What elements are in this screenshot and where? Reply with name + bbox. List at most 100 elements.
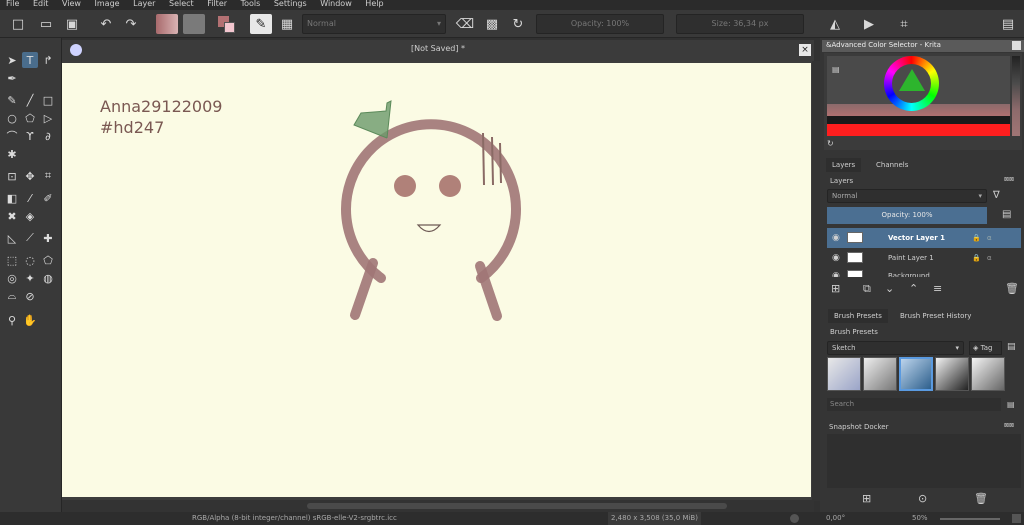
menu-settings[interactable]: Settings: [274, 0, 307, 8]
new-document-icon[interactable]: □: [8, 14, 28, 34]
rotation-status[interactable]: 0,00°: [826, 512, 845, 525]
mirror-vertical-icon[interactable]: ▶: [859, 14, 879, 34]
close-document-icon[interactable]: ×: [799, 44, 811, 56]
visibility-icon[interactable]: ◉: [832, 248, 840, 268]
freehand-brush-icon[interactable]: ✎: [4, 92, 20, 108]
crop-tool-icon[interactable]: ⌗: [40, 168, 56, 184]
size-slider[interactable]: Size: 36,34 px: [676, 14, 804, 34]
smart-patch-icon[interactable]: ✐: [40, 190, 56, 206]
delete-snapshot-icon[interactable]: 🗑: [974, 492, 988, 505]
move-up-icon[interactable]: ⌃: [909, 282, 918, 295]
undo-icon[interactable]: ↶: [96, 14, 116, 34]
blend-mode-combo[interactable]: Normal ▾: [302, 14, 446, 34]
gradient-selector[interactable]: [156, 14, 178, 34]
open-document-icon[interactable]: ▭: [36, 14, 56, 34]
docker-options-icon[interactable]: ⊠⊠: [1004, 176, 1018, 185]
gradient-tool-icon[interactable]: ◧: [4, 190, 20, 206]
menu-edit[interactable]: Edit: [33, 0, 49, 8]
bezier-select-icon[interactable]: ⌓: [4, 288, 20, 304]
menu-window[interactable]: Window: [320, 0, 352, 8]
horizontal-scrollbar[interactable]: [62, 500, 814, 512]
add-layer-icon[interactable]: ⊞: [831, 282, 840, 295]
layer-blend-combo[interactable]: Normal ▾: [827, 189, 987, 203]
lock-icon[interactable]: 🔒: [972, 248, 981, 268]
colorize-mask-icon[interactable]: ✖: [4, 208, 20, 224]
refresh-icon[interactable]: ↻: [827, 139, 834, 148]
mirror-horizontal-icon[interactable]: ◭: [825, 14, 845, 34]
layer-name[interactable]: Vector Layer 1: [888, 228, 945, 248]
layer-opacity-slider[interactable]: Opacity: 100%: [827, 207, 987, 224]
brush-preset[interactable]: [935, 357, 969, 391]
recent-colors-strip[interactable]: [1012, 56, 1020, 136]
measure-tool-icon[interactable]: ⟋: [22, 230, 38, 246]
redo-icon[interactable]: ↷: [121, 14, 141, 34]
brush-preset-icon[interactable]: ✎: [250, 14, 272, 34]
move-tool-icon[interactable]: ✥: [22, 168, 38, 184]
lock-icon[interactable]: 🔒: [972, 228, 981, 248]
freehand-select-icon[interactable]: ◎: [4, 270, 20, 286]
pan-tool-icon[interactable]: ✋: [22, 312, 38, 328]
multibrush-icon[interactable]: ✱: [4, 146, 20, 162]
image-size-status[interactable]: 2,480 x 3,508 (35,0 MiB): [608, 512, 701, 525]
edit-shapes-icon[interactable]: ↱: [40, 52, 56, 68]
float-docker-icon[interactable]: [1012, 41, 1021, 50]
canvas[interactable]: Anna29122009 #hd247: [62, 63, 811, 497]
ellipse-tool-icon[interactable]: ○: [4, 110, 20, 126]
layer-properties-icon[interactable]: ▤: [1002, 209, 1018, 222]
delete-layer-icon[interactable]: 🗑: [1005, 282, 1019, 295]
brush-search-input[interactable]: Search: [827, 398, 1001, 411]
snapshot-list[interactable]: [827, 434, 1021, 488]
filter-icon[interactable]: ∇: [993, 190, 1000, 201]
reload-icon[interactable]: ↻: [508, 14, 528, 34]
zoom-slider[interactable]: [940, 518, 1000, 520]
color-picker-icon[interactable]: ⁄: [22, 190, 38, 206]
tag-button[interactable]: ◈ Tag: [969, 341, 1002, 355]
menu-view[interactable]: View: [62, 0, 81, 8]
menu-select[interactable]: Select: [169, 0, 194, 8]
transform-tool-icon[interactable]: ⊡: [4, 168, 20, 184]
opacity-slider[interactable]: Opacity: 100%: [536, 14, 664, 34]
text-tool-icon[interactable]: T: [22, 52, 38, 68]
tab-layers[interactable]: Layers: [826, 158, 862, 172]
assistant-tool-icon[interactable]: ◺: [4, 230, 20, 246]
color-settings-icon[interactable]: ▤: [832, 65, 840, 74]
menu-help[interactable]: Help: [365, 0, 383, 8]
color-triangle[interactable]: [898, 67, 926, 93]
fullscreen-icon[interactable]: [1012, 514, 1021, 523]
similar-select-icon[interactable]: ◍: [40, 270, 56, 286]
freehand-path-icon[interactable]: ϒ: [22, 128, 38, 144]
brush-tag-combo[interactable]: Sketch ▾: [827, 341, 964, 355]
document-tab-title[interactable]: [Not Saved] *: [62, 44, 814, 53]
layer-properties-icon[interactable]: ≡: [933, 282, 942, 295]
tab-channels[interactable]: Channels: [870, 158, 914, 172]
color-swatch[interactable]: [216, 14, 238, 34]
alpha-icon[interactable]: α: [987, 228, 992, 248]
tab-brush-preset-history[interactable]: Brush Preset History: [894, 309, 977, 323]
ellipse-select-icon[interactable]: ◌: [22, 252, 38, 268]
save-icon[interactable]: ▣: [62, 14, 82, 34]
vertical-scrollbar[interactable]: [812, 61, 820, 501]
alpha-lock-icon[interactable]: ▩: [482, 14, 502, 34]
camera-icon[interactable]: ⊙: [918, 492, 927, 505]
bezier-tool-icon[interactable]: ⌒: [4, 128, 20, 144]
reference-tool-icon[interactable]: ✚: [40, 230, 56, 246]
menu-file[interactable]: File: [6, 0, 19, 8]
workspace-icon[interactable]: ▦: [277, 14, 297, 34]
eraser-icon[interactable]: ⌫: [455, 14, 475, 34]
duplicate-layer-icon[interactable]: ⧉: [863, 282, 871, 296]
dynamic-brush-icon[interactable]: ∂: [40, 128, 56, 144]
pattern-selector[interactable]: [183, 14, 205, 34]
brush-preset[interactable]: [971, 357, 1005, 391]
polyline-tool-icon[interactable]: ▷: [40, 110, 56, 126]
tab-brush-presets[interactable]: Brush Presets: [828, 309, 888, 323]
layer-row[interactable]: ◉ Vector Layer 1 🔒 α: [827, 228, 1021, 248]
visibility-icon[interactable]: ◉: [832, 228, 840, 248]
settings-panel-icon[interactable]: ▤: [998, 14, 1018, 34]
brush-view-icon[interactable]: ▤: [1007, 342, 1016, 352]
move-down-icon[interactable]: ⌄: [885, 282, 894, 295]
polygon-select-icon[interactable]: ⬠: [40, 252, 56, 268]
crop-icon[interactable]: ⌗: [894, 14, 914, 34]
layer-name[interactable]: Paint Layer 1: [888, 248, 934, 268]
menu-image[interactable]: Image: [95, 0, 120, 8]
layer-row[interactable]: ◉ Paint Layer 1 🔒 α: [827, 248, 1021, 268]
